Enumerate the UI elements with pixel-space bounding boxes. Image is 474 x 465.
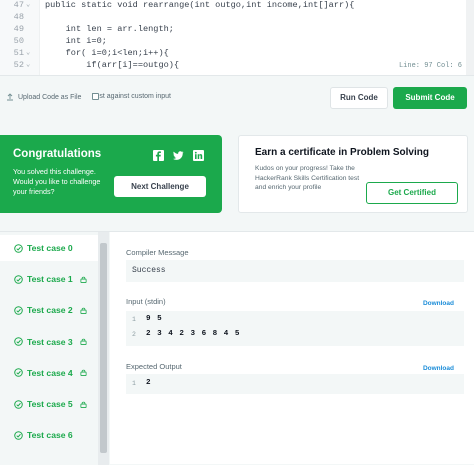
check-circle-icon xyxy=(14,243,23,253)
expected-output-label: Expected Output xyxy=(126,362,182,371)
code-text: for( i=0;i<len;i++){ xyxy=(45,48,169,58)
test-case-tab[interactable]: Test case 5 xyxy=(0,391,98,417)
upload-icon xyxy=(7,93,13,101)
input-line-number: 1 xyxy=(132,316,136,323)
test-case-sidebar: Test case 0 Test case 1 Test case 2 Test ca… xyxy=(0,232,110,465)
expected-output-box: 1 2 xyxy=(126,374,464,394)
code-text: int i=0; xyxy=(45,36,107,46)
lock-icon xyxy=(80,370,87,377)
fold-toggle-icon[interactable]: ⌄ xyxy=(26,47,30,59)
check-circle-icon xyxy=(14,399,23,409)
expected-download-link[interactable]: Download xyxy=(423,365,454,372)
compiler-message-box: Success xyxy=(126,260,464,282)
line-number: 50 xyxy=(13,36,24,46)
test-case-label: Test case 3 xyxy=(27,336,73,347)
certificate-card: Earn a certificate in Problem Solving Ku… xyxy=(238,135,468,213)
test-case-tab[interactable]: Test case 2 xyxy=(0,297,98,323)
expected-line-number: 1 xyxy=(132,380,136,387)
test-case-tab[interactable]: Test case 3 xyxy=(0,329,98,355)
test-case-tab[interactable]: Test case 4 xyxy=(0,360,98,386)
check-circle-icon xyxy=(14,337,23,346)
check-circle-icon xyxy=(14,274,23,284)
line-number: 51 xyxy=(13,48,24,58)
code-text: int len = arr.length; xyxy=(45,24,174,34)
lock-icon xyxy=(80,401,87,408)
compiler-message-value: Success xyxy=(132,266,166,275)
next-challenge-button[interactable]: Next Challenge xyxy=(114,176,206,197)
editor-scrollbar[interactable] xyxy=(466,0,474,75)
input-line-value: 2 3 4 2 3 6 8 4 5 xyxy=(146,330,241,338)
test-case-label: Test case 6 xyxy=(27,430,73,441)
upload-code-link[interactable]: Upload Code as File xyxy=(6,93,81,101)
line-number: 49 xyxy=(13,24,24,34)
code-editor[interactable]: 47 ⌄ public static void rearrange(int outg… xyxy=(0,0,474,76)
test-results-panel: Test case 0 Test case 1 Test case 2 Test ca… xyxy=(0,231,474,465)
custom-input-checkbox[interactable]: Test against custom input xyxy=(92,93,171,100)
input-box: 1 9 5 2 2 3 4 2 3 6 8 4 5 xyxy=(126,311,464,346)
congrats-message: You solved this challenge. Would you lik… xyxy=(13,167,101,196)
certificate-message: Kudos on your progress! Take the HackerR… xyxy=(255,165,360,192)
get-certified-button[interactable]: Get Certified xyxy=(366,182,458,204)
check-circle-icon xyxy=(14,368,23,378)
code-text: public static void rearrange(int outgo,i… xyxy=(45,0,355,10)
submit-code-button[interactable]: Submit Code xyxy=(393,87,467,109)
fold-toggle-icon[interactable]: ⌄ xyxy=(26,0,30,11)
checkbox-box[interactable] xyxy=(92,93,99,100)
share-icons xyxy=(153,148,204,161)
upload-code-label: Upload Code as File xyxy=(18,93,82,101)
line-number: 52 xyxy=(13,60,24,70)
lock-icon xyxy=(80,338,87,346)
test-case-label: Test case 0 xyxy=(27,243,73,253)
test-case-label: Test case 5 xyxy=(27,399,73,409)
input-label: Input (stdin) xyxy=(126,297,166,306)
certificate-title: Earn a certificate in Problem Solving xyxy=(255,147,429,158)
test-case-label: Test case 4 xyxy=(27,367,73,378)
expected-line-value: 2 xyxy=(146,379,152,387)
input-line-value: 9 5 xyxy=(146,315,163,323)
line-number: 48 xyxy=(13,12,24,22)
compiler-message-label: Compiler Message xyxy=(126,248,189,257)
input-line-number: 2 xyxy=(132,331,136,338)
test-case-label: Test case 1 xyxy=(27,274,73,285)
sidebar-scrollbar-thumb[interactable] xyxy=(100,243,107,453)
lock-icon xyxy=(80,276,87,283)
check-circle-icon xyxy=(14,306,23,315)
test-case-tab[interactable]: Test case 6 xyxy=(0,422,98,448)
congrats-title: Congratulations xyxy=(13,148,102,160)
lock-icon xyxy=(80,307,87,314)
test-case-label: Test case 2 xyxy=(27,305,73,316)
line-number: 47 xyxy=(13,0,24,10)
congratulations-banner: Congratulations You solved this challeng… xyxy=(0,135,222,213)
test-case-tab[interactable]: Test case 0 xyxy=(0,235,98,261)
test-case-tab[interactable]: Test case 1 xyxy=(0,266,98,292)
run-code-button[interactable]: Run Code xyxy=(330,87,388,109)
linkedin-icon[interactable] xyxy=(193,148,204,161)
check-circle-icon xyxy=(14,430,23,440)
code-text: if(arr[i]==outgo){ xyxy=(45,60,180,70)
facebook-icon[interactable] xyxy=(153,148,164,161)
twitter-icon[interactable] xyxy=(173,148,184,160)
cursor-position: Line: 97 Col: 6 xyxy=(398,62,462,70)
input-download-link[interactable]: Download xyxy=(423,300,454,307)
custom-input-label: Test against custom input xyxy=(92,93,171,100)
fold-toggle-icon[interactable]: ⌄ xyxy=(26,59,30,71)
